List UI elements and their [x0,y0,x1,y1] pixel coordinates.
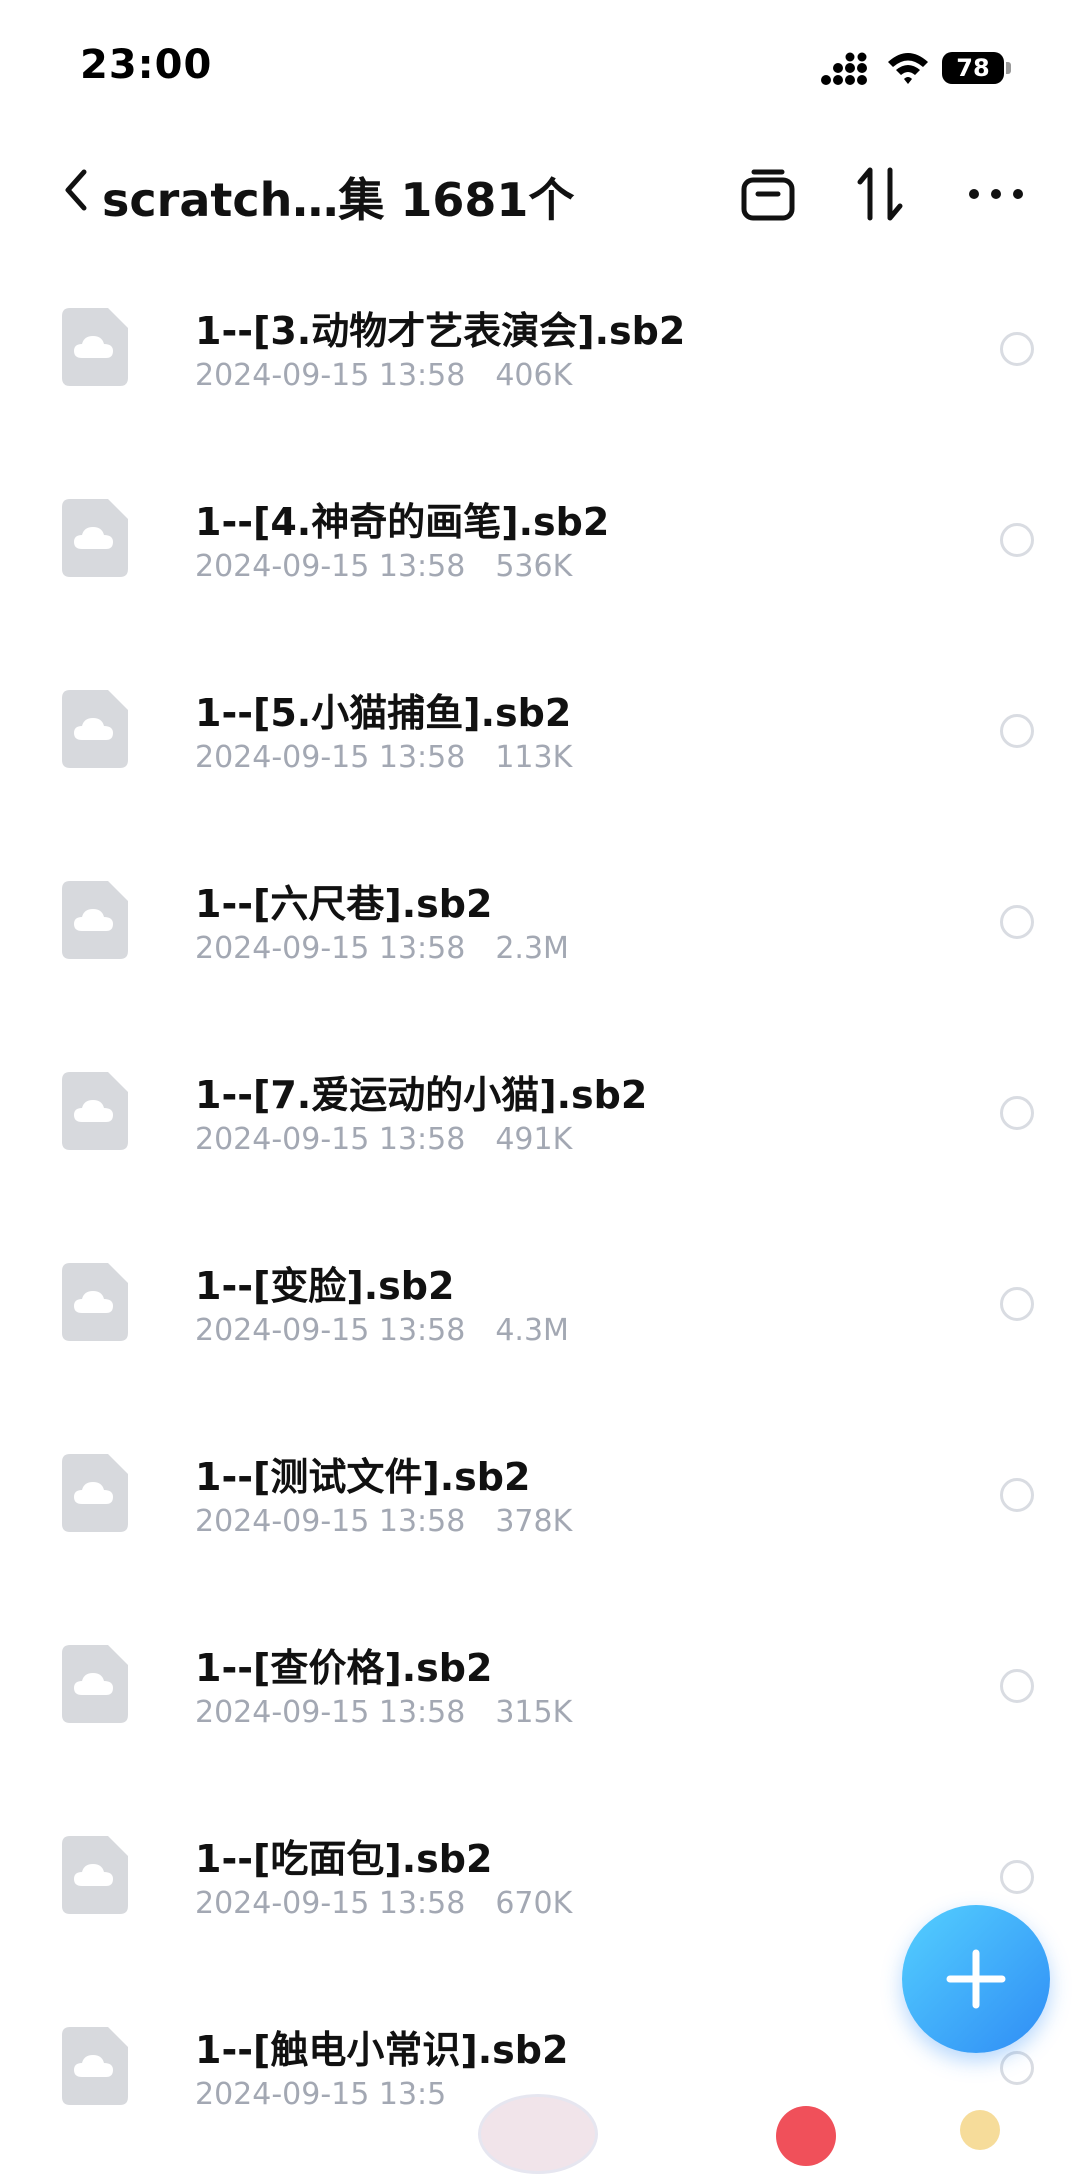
file-name: 1--[4.神奇的画笔].sb2 [195,500,610,544]
battery-icon: 78 [942,52,1004,84]
select-checkbox[interactable] [1000,1669,1034,1703]
file-date: 2024-09-15 13:58 [195,1886,466,1921]
battery-level: 78 [956,54,990,82]
signal-icon [821,52,867,85]
file-size: 536K [495,549,573,584]
file-name: 1--[吃面包].sb2 [195,1837,493,1881]
file-name: 1--[查价格].sb2 [195,1646,493,1690]
status-icons: 78 [820,48,1028,88]
file-date: 2024-09-15 13:58 [195,931,466,966]
cloud-file-icon [62,1454,128,1532]
cloud-file-icon [62,1836,128,1914]
file-name: 1--[触电小常识].sb2 [195,2028,569,2072]
cloud-file-icon [62,1072,128,1150]
file-size: 2.3M [495,931,569,966]
wifi-icon [888,53,928,84]
notification-dot [776,2106,836,2166]
file-size: 491K [495,1122,573,1157]
floating-avatar[interactable] [478,2094,598,2174]
sort-icon [857,167,903,221]
file-size: 670K [495,1886,573,1921]
file-meta: 2024-09-15 13:58 113K [195,740,572,775]
more-button[interactable] [964,162,1028,226]
cloud-file-icon [62,881,128,959]
select-checkbox[interactable] [1000,1287,1034,1321]
cloud-file-icon [62,1645,128,1723]
file-name: 1--[5.小猫捕鱼].sb2 [195,691,572,735]
file-meta: 2024-09-15 13:58 2.3M [195,931,569,966]
battery-cap [1006,62,1011,74]
file-row[interactable]: 1--[4.神奇的画笔].sb2 2024-09-15 13:58 536K [0,451,1080,641]
file-size: 113K [495,740,573,775]
multi-select-icon [741,169,795,221]
cloud-file-icon [62,308,128,386]
file-date: 2024-09-15 13:58 [195,1504,466,1539]
status-bar: 23:00 78 [0,0,1080,130]
file-meta: 2024-09-15 13:58 4.3M [195,1313,569,1348]
select-checkbox[interactable] [1000,1096,1034,1130]
file-name: 1--[六尺巷].sb2 [195,882,493,926]
select-checkbox[interactable] [1000,1860,1034,1894]
floating-star-icon [960,2110,1000,2150]
file-size: 4.3M [495,1313,569,1348]
file-meta: 2024-09-15 13:58 670K [195,1886,572,1921]
back-icon[interactable] [58,164,98,216]
file-name: 1--[变脸].sb2 [195,1264,455,1308]
select-checkbox[interactable] [1000,1478,1034,1512]
cloud-file-icon [62,1263,128,1341]
file-row[interactable]: 1--[7.爱运动的小猫].sb2 2024-09-15 13:58 491K [0,1024,1080,1214]
cloud-file-icon [62,690,128,768]
sort-button[interactable] [848,162,912,226]
select-checkbox[interactable] [1000,332,1034,366]
bottom-floating-widgets [0,2080,1080,2174]
plus-icon [946,1949,1006,2009]
select-checkbox[interactable] [1000,714,1034,748]
multi-select-button[interactable] [736,162,800,226]
select-checkbox[interactable] [1000,523,1034,557]
file-meta: 2024-09-15 13:58 536K [195,549,572,584]
add-button[interactable] [902,1905,1050,2053]
file-size: 378K [495,1504,573,1539]
more-icon [969,189,1023,199]
file-meta: 2024-09-15 13:58 491K [195,1122,572,1157]
file-size: 315K [495,1695,573,1730]
file-row[interactable]: 1--[六尺巷].sb2 2024-09-15 13:58 2.3M [0,833,1080,1023]
file-date: 2024-09-15 13:58 [195,1122,466,1157]
file-date: 2024-09-15 13:58 [195,358,466,393]
file-row[interactable]: 1--[5.小猫捕鱼].sb2 2024-09-15 13:58 113K [0,642,1080,832]
cloud-file-icon [62,499,128,577]
file-date: 2024-09-15 13:58 [195,1313,466,1348]
status-time: 23:00 [80,42,213,88]
file-meta: 2024-09-15 13:58 406K [195,358,572,393]
file-row[interactable]: 1--[测试文件].sb2 2024-09-15 13:58 378K [0,1406,1080,1596]
page-title: scratch…集 1681个 [102,173,575,227]
file-date: 2024-09-15 13:58 [195,1695,466,1730]
file-meta: 2024-09-15 13:58 315K [195,1695,572,1730]
file-name: 1--[测试文件].sb2 [195,1455,531,1499]
file-row[interactable]: 1--[查价格].sb2 2024-09-15 13:58 315K [0,1597,1080,1787]
file-row[interactable]: 1--[3.动物才艺表演会].sb2 2024-09-15 13:58 406K [0,260,1080,450]
file-date: 2024-09-15 13:58 [195,740,466,775]
select-checkbox[interactable] [1000,905,1034,939]
file-date: 2024-09-15 13:58 [195,549,466,584]
nav-bar: scratch…集 1681个 [0,140,1080,250]
file-name: 1--[3.动物才艺表演会].sb2 [195,309,686,353]
file-row[interactable]: 1--[变脸].sb2 2024-09-15 13:58 4.3M [0,1215,1080,1405]
file-meta: 2024-09-15 13:58 378K [195,1504,572,1539]
file-size: 406K [495,358,573,393]
file-name: 1--[7.爱运动的小猫].sb2 [195,1073,648,1117]
